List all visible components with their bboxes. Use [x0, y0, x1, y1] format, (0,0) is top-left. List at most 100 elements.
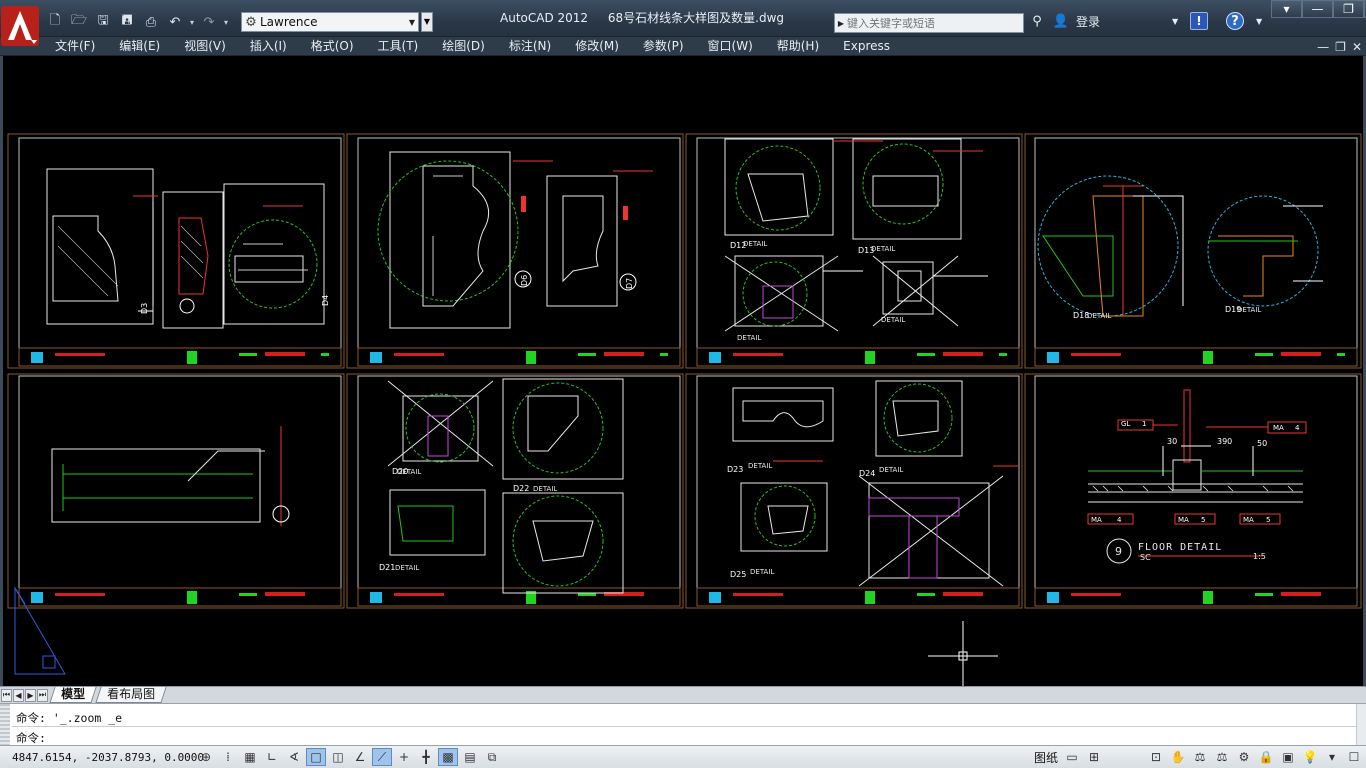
- sheet-6-details: [387, 378, 624, 594]
- help-icon[interactable]: ?: [1226, 12, 1245, 30]
- maximize-button[interactable]: ❐: [1333, 0, 1364, 18]
- command-scrollbar[interactable]: [1356, 704, 1366, 746]
- coordinate-readout[interactable]: 4847.6154, -2037.8793, 0.0000: [0, 751, 204, 764]
- workspace-switch-icon[interactable]: ⚙: [1234, 748, 1254, 766]
- sheet-2-details: [377, 151, 653, 329]
- menu-insert[interactable]: 插入(I): [238, 37, 299, 56]
- pan-icon[interactable]: ✋: [1168, 748, 1188, 766]
- menu-express[interactable]: Express: [831, 37, 902, 56]
- menu-format[interactable]: 格式(O): [299, 37, 366, 56]
- redo-icon[interactable]: ↷: [198, 11, 220, 33]
- first-tab-icon[interactable]: ⏮: [1, 688, 12, 702]
- grid-display-icon[interactable]: ▦: [240, 748, 260, 766]
- layout-view-icon[interactable]: ▭: [1062, 748, 1082, 766]
- floor-detail-scale: 1:5: [1253, 552, 1266, 561]
- login-label[interactable]: 登录: [1076, 13, 1100, 30]
- minimize-icon[interactable]: —: [1302, 0, 1333, 18]
- menu-dimension[interactable]: 标注(N): [497, 37, 563, 56]
- detail-label: D3: [140, 303, 149, 314]
- detail-words: DETAIL DETAIL DETAIL DETAIL DETAIL DETAI…: [395, 240, 1261, 576]
- search-expand-icon[interactable]: ▶: [835, 19, 847, 28]
- menu-draw[interactable]: 绘图(D): [430, 37, 497, 56]
- hardware-acceleration-icon[interactable]: ▣: [1278, 748, 1298, 766]
- object-snap-icon[interactable]: □: [306, 748, 326, 766]
- open-file-icon[interactable]: 🗁: [68, 11, 90, 33]
- infocenter-tools: ⚲ 👤 登录 ▼ ! ? ▼: [1028, 12, 1268, 30]
- menu-window[interactable]: 窗口(W): [696, 37, 765, 56]
- floor-detail-sub: SC: [1140, 553, 1151, 562]
- file-name: 68号石材线条大样图及数量.dwg: [607, 11, 785, 25]
- dynamic-input-icon[interactable]: +: [394, 748, 414, 766]
- command-separator: [12, 726, 1362, 727]
- menu-modify[interactable]: 修改(M): [563, 37, 631, 56]
- chevron-down-icon[interactable]: ▼: [1166, 12, 1184, 30]
- redo-dropdown-icon[interactable]: ▾: [222, 18, 230, 27]
- menu-parametric[interactable]: 参数(P): [631, 37, 696, 56]
- lineweight-icon[interactable]: ╋: [416, 748, 436, 766]
- object-snap-tracking-icon[interactable]: ∠: [350, 748, 370, 766]
- floor-bottom-tag-num: 4: [1117, 516, 1122, 524]
- dynamic-ucs-icon[interactable]: ⟋: [372, 748, 392, 766]
- clean-screen-icon[interactable]: ☐: [1344, 748, 1364, 766]
- menu-view[interactable]: 视图(V): [172, 37, 238, 56]
- annotation-visibility-icon[interactable]: ⚖: [1212, 748, 1232, 766]
- undo-icon[interactable]: ↶: [164, 11, 186, 33]
- lock-icon[interactable]: 🔒: [1256, 748, 1276, 766]
- maximize-viewport-icon[interactable]: ⊡: [1146, 748, 1166, 766]
- infer-constraints-icon[interactable]: ⊕: [196, 748, 216, 766]
- status-menu-icon[interactable]: ▾: [1322, 748, 1342, 766]
- search-input[interactable]: [847, 16, 1017, 30]
- doc-close-icon[interactable]: ✕: [1352, 40, 1362, 54]
- ortho-mode-icon[interactable]: ∟: [262, 748, 282, 766]
- quick-properties-icon[interactable]: ▤: [460, 748, 480, 766]
- autocad-logo-icon[interactable]: [1, 6, 39, 50]
- 3d-object-snap-icon[interactable]: ◫: [328, 748, 348, 766]
- isolate-objects-icon[interactable]: 💡: [1300, 748, 1320, 766]
- next-tab-icon[interactable]: ▶: [25, 688, 36, 702]
- prev-tab-icon[interactable]: ◀: [13, 688, 24, 702]
- quick-view-drawings-icon[interactable]: ⊞: [1084, 748, 1104, 766]
- infocenter-search[interactable]: ▶: [834, 13, 1024, 33]
- command-window[interactable]: 命令: '_.zoom _e 命令:: [0, 703, 1366, 746]
- undo-dropdown-icon[interactable]: ▾: [188, 18, 196, 27]
- menu-tools[interactable]: 工具(T): [366, 37, 431, 56]
- command-window-grip[interactable]: [0, 704, 10, 746]
- minimize-button[interactable]: ▾: [1271, 0, 1302, 18]
- print-icon[interactable]: ⎙: [140, 11, 162, 33]
- new-file-icon[interactable]: 🗋: [44, 11, 66, 33]
- help-dropdown-icon[interactable]: ▼: [1250, 12, 1268, 30]
- doc-minimize-icon[interactable]: —: [1317, 40, 1329, 54]
- binoculars-icon[interactable]: ⚲: [1028, 12, 1046, 30]
- drawing-area[interactable]: D3 D4 D6 D7 D12 D13 D18 D19 D20 D21 D22 …: [0, 56, 1366, 686]
- last-tab-icon[interactable]: ⏭: [37, 688, 48, 702]
- menu-edit[interactable]: 编辑(E): [107, 37, 172, 56]
- tab-layout[interactable]: 看布局图: [95, 687, 167, 703]
- sheet-4-details: [1037, 175, 1323, 317]
- command-prompt[interactable]: 命令:: [16, 730, 46, 746]
- selection-cycling-icon[interactable]: ⧉: [482, 748, 502, 766]
- save-icon[interactable]: 🖫: [92, 11, 114, 33]
- drawing-canvas[interactable]: D3 D4 D6 D7 D12 D13 D18 D19 D20 D21 D22 …: [3, 56, 1363, 686]
- svg-text:DETAIL: DETAIL: [737, 334, 761, 342]
- save-as-icon[interactable]: 🖪: [116, 11, 138, 33]
- svg-text:DETAIL: DETAIL: [533, 485, 557, 493]
- qat-customize-button[interactable]: ▼: [421, 12, 433, 32]
- snap-mode-icon[interactable]: ⁞: [218, 748, 238, 766]
- paper-space-label[interactable]: 图纸: [1034, 749, 1058, 766]
- svg-text:DETAIL: DETAIL: [748, 462, 772, 470]
- detail-label: D22: [513, 484, 529, 493]
- floor-tag-gl-num: 1: [1142, 420, 1146, 428]
- user-icon[interactable]: 👤: [1052, 12, 1070, 30]
- doc-restore-icon[interactable]: ❐: [1335, 40, 1346, 54]
- floor-dim-1: 30: [1167, 437, 1177, 446]
- exchange-icon[interactable]: !: [1190, 12, 1209, 30]
- workspace-select[interactable]: ⚙ Lawrence ▼: [241, 12, 419, 32]
- layout-tab-bar: ⏮ ◀ ▶ ⏭ 模型 看布局图: [0, 686, 1366, 703]
- menu-help[interactable]: 帮助(H): [765, 37, 831, 56]
- transparency-icon[interactable]: ▩: [438, 748, 458, 766]
- menu-file[interactable]: 文件(F): [43, 37, 107, 56]
- floor-detail-title: FLOOR DETAIL: [1138, 542, 1222, 553]
- polar-tracking-icon[interactable]: ∢: [284, 748, 304, 766]
- annotation-scale-icon[interactable]: ⚖: [1190, 748, 1210, 766]
- tab-model[interactable]: 模型: [49, 687, 97, 703]
